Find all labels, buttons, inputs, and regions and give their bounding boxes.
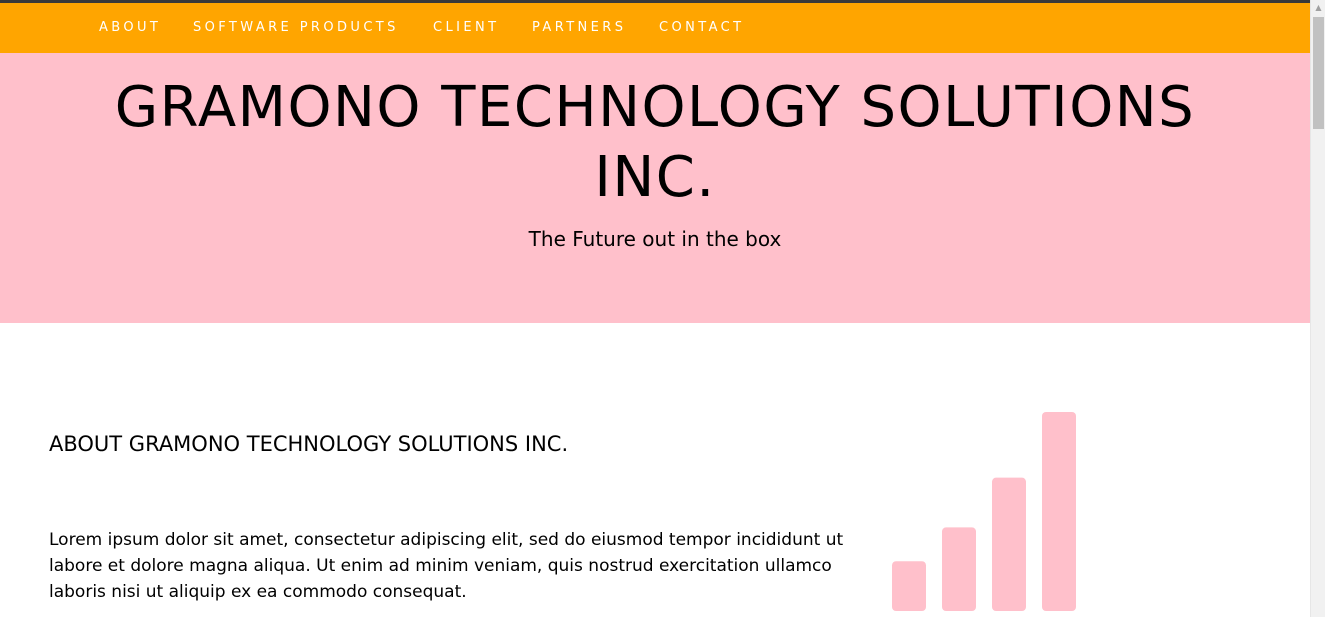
- scrollbar-thumb[interactable]: [1313, 17, 1324, 129]
- company-title: GRAMONO TECHNOLOGY SOLUTIONS INC.: [0, 73, 1310, 213]
- scroll-up-arrow-icon[interactable]: ▲: [1311, 2, 1325, 14]
- top-navigation-bar: ABOUT SOFTWARE PRODUCTS CLIENT PARTNERS …: [0, 3, 1310, 53]
- nav-link-client[interactable]: CLIENT: [433, 20, 499, 35]
- signal-bar-4: [1042, 412, 1076, 611]
- signal-bar-2: [942, 527, 976, 611]
- nav-link-about[interactable]: ABOUT: [99, 20, 161, 35]
- page: ABOUT SOFTWARE PRODUCTS CLIENT PARTNERS …: [0, 0, 1325, 617]
- vertical-scrollbar[interactable]: ▲: [1310, 0, 1325, 617]
- about-heading: ABOUT GRAMONO TECHNOLOGY SOLUTIONS INC.: [49, 432, 569, 456]
- nav-link-software-products[interactable]: SOFTWARE PRODUCTS: [193, 20, 399, 35]
- nav-link-contact[interactable]: CONTACT: [659, 20, 744, 35]
- nav-link-partners[interactable]: PARTNERS: [532, 20, 626, 35]
- company-title-line-1: GRAMONO TECHNOLOGY SOLUTIONS: [114, 75, 1196, 140]
- signal-bar-1: [892, 561, 926, 611]
- signal-bars-icon: [892, 412, 1076, 611]
- company-tagline: The Future out in the box: [528, 227, 782, 251]
- hero-banner: GRAMONO TECHNOLOGY SOLUTIONS INC. The Fu…: [0, 53, 1310, 323]
- company-title-line-2: INC.: [594, 145, 716, 210]
- about-paragraph: Lorem ipsum dolor sit amet, consectetur …: [49, 530, 844, 602]
- signal-bar-3: [992, 477, 1026, 611]
